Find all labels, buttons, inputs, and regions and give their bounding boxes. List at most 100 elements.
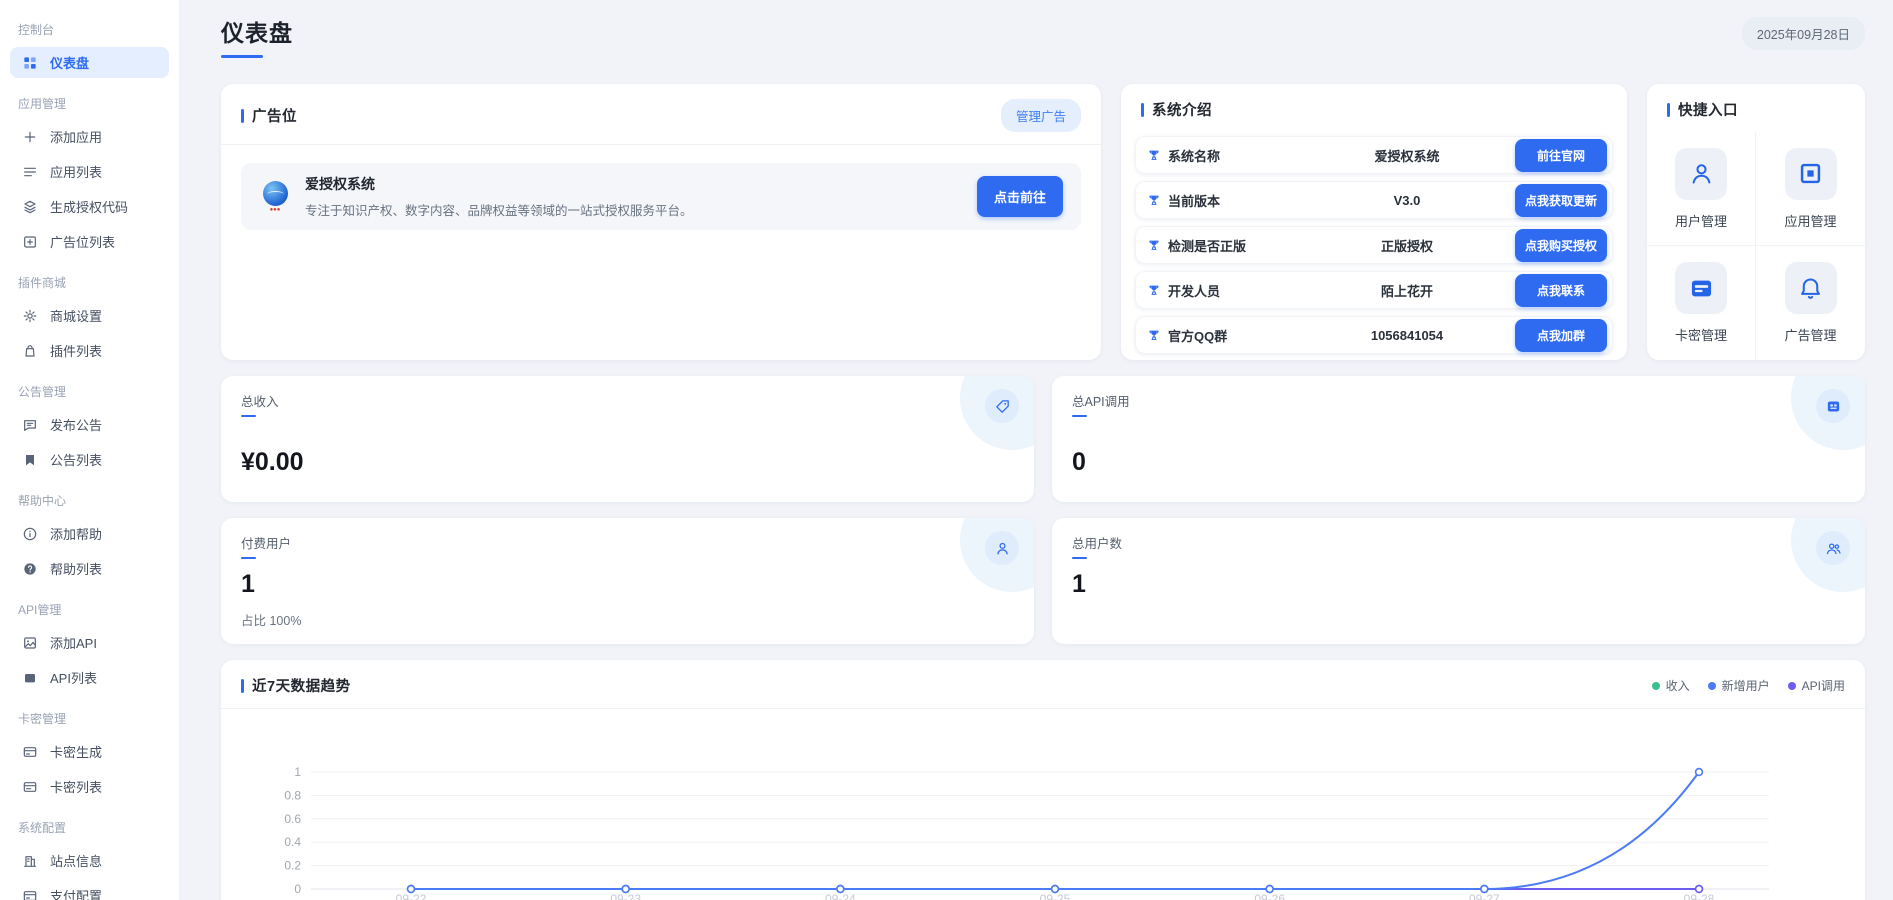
data-point — [1266, 886, 1273, 893]
system-row-button[interactable]: 点我购买授权 — [1515, 229, 1607, 262]
sidebar-item-label: 添加应用 — [50, 127, 102, 146]
stat-card: 总收入¥0.00 — [221, 376, 1034, 502]
system-row-value: 陌上花开 — [1299, 281, 1515, 300]
stat-label-underline — [241, 557, 256, 559]
sidebar-item[interactable]: 仪表盘 — [10, 47, 169, 78]
sidebar-item[interactable]: 帮助列表 — [10, 553, 169, 584]
stat-value: ¥0.00 — [241, 448, 304, 477]
legend-item[interactable]: 收入 — [1652, 677, 1690, 694]
trend-chart: 00.20.40.60.8109-2209-2309-2409-2509-260… — [221, 709, 1865, 900]
sidebar-item-label: 广告位列表 — [50, 232, 115, 251]
system-card-header: 系统介绍 — [1121, 84, 1627, 132]
sidebar-item-label: 插件列表 — [50, 341, 102, 360]
sidebar-item-label: 站点信息 — [50, 851, 102, 870]
stat-card: 付费用户1占比 100% — [221, 518, 1034, 644]
quick-entry-label: 应用管理 — [1784, 211, 1836, 230]
chart-card-title: 近7天数据趋势 — [252, 675, 351, 696]
sidebar-item[interactable]: 插件列表 — [10, 335, 169, 366]
person-icon — [994, 540, 1011, 557]
legend-dot-icon — [1652, 682, 1660, 690]
sidebar-item-label: 公告列表 — [50, 450, 102, 469]
credit-card-icon — [1688, 275, 1715, 302]
bag-icon — [22, 343, 38, 359]
x-axis-tick-label: 09-24 — [825, 892, 856, 900]
system-intro-card: 系统介绍 系统名称爱授权系统前往官网当前版本V3.0点我获取更新检测是否正版正版… — [1121, 84, 1627, 360]
legend-label: API调用 — [1802, 677, 1845, 694]
ad-slot-icon — [22, 234, 38, 250]
system-row-button[interactable]: 前往官网 — [1515, 139, 1607, 172]
sidebar-item[interactable]: API列表 — [10, 662, 169, 693]
sidebar-section-label: 插件商城 — [0, 261, 179, 296]
quick-entry-label: 广告管理 — [1784, 325, 1836, 344]
quick-entry-card: 快捷入口 用户管理应用管理卡密管理广告管理 — [1647, 84, 1865, 360]
system-info-row: 官方QQ群1056841054点我加群 — [1135, 316, 1613, 354]
sidebar-item[interactable]: 商城设置 — [10, 300, 169, 331]
sidebar-item[interactable]: 站点信息 — [10, 845, 169, 876]
quick-entry-item[interactable]: 卡密管理 — [1647, 246, 1756, 360]
stat-label: 总API调用 — [1072, 391, 1845, 410]
x-axis-tick-label: 09-28 — [1684, 892, 1715, 900]
ad-go-button[interactable]: 点击前往 — [977, 176, 1063, 217]
sidebar-item[interactable]: 公告列表 — [10, 444, 169, 475]
quick-entry-item[interactable]: 用户管理 — [1647, 132, 1756, 246]
quick-entry-item[interactable]: 广告管理 — [1756, 246, 1865, 360]
stat-label-underline — [1072, 557, 1087, 559]
stat-label-underline — [1072, 415, 1087, 417]
stats-row-2: 付费用户1占比 100%总用户数1 — [221, 518, 1865, 644]
sidebar-item[interactable]: 应用列表 — [10, 156, 169, 187]
legend-dot-icon — [1708, 682, 1716, 690]
info-icon — [22, 526, 38, 542]
ad-item[interactable]: ●●● 爱授权系统 专注于知识产权、数字内容、品牌权益等领域的一站式授权服务平台… — [241, 163, 1081, 230]
sidebar-item[interactable]: 卡密生成 — [10, 736, 169, 767]
ad-logo: ●●● — [259, 181, 291, 213]
sidebar-item[interactable]: 发布公告 — [10, 409, 169, 440]
page-title-block: 仪表盘 — [221, 14, 293, 58]
main-content: 仪表盘 2025年09月28日 广告位 管理广告 ●●● 爱授权系统 专注于知识… — [180, 0, 1893, 900]
sidebar-section-label: 卡密管理 — [0, 697, 179, 732]
header-accent-bar — [1141, 103, 1144, 117]
quick-entry-label: 卡密管理 — [1675, 325, 1727, 344]
sidebar-item[interactable]: 添加API — [10, 627, 169, 658]
trophy-icon — [1147, 148, 1161, 162]
sidebar-item[interactable]: 支付配置 — [10, 880, 169, 900]
legend-label: 收入 — [1666, 677, 1690, 694]
plus-icon — [22, 129, 38, 145]
sidebar-item-label: 仪表盘 — [50, 53, 89, 72]
data-point — [1696, 886, 1703, 893]
system-row-labelwrap: 系统名称 — [1147, 146, 1299, 165]
trend-chart-card: 近7天数据趋势 收入新增用户API调用 00.20.40.60.8109-220… — [221, 660, 1865, 900]
x-axis-tick-label: 09-23 — [610, 892, 641, 900]
data-point — [1052, 886, 1059, 893]
sidebar-item-label: 商城设置 — [50, 306, 102, 325]
chart-card-header: 近7天数据趋势 收入 新增用户 API调用 — [221, 660, 1865, 708]
sidebar-item[interactable]: 添加帮助 — [10, 518, 169, 549]
sidebar-item[interactable]: 生成授权代码 — [10, 191, 169, 222]
system-row-label: 当前版本 — [1168, 191, 1220, 210]
system-row-button[interactable]: 点我获取更新 — [1515, 184, 1607, 217]
ad-item-name: 爱授权系统 — [305, 174, 693, 194]
stat-icon-badge — [1816, 389, 1850, 423]
system-row-labelwrap: 检测是否正版 — [1147, 236, 1299, 255]
sidebar-item[interactable]: 添加应用 — [10, 121, 169, 152]
data-point — [837, 886, 844, 893]
sidebar-item[interactable]: 广告位列表 — [10, 226, 169, 257]
sidebar-item-label: 卡密列表 — [50, 777, 102, 796]
system-row-button[interactable]: 点我加群 — [1515, 319, 1607, 352]
x-axis-tick-label: 09-27 — [1469, 892, 1500, 900]
title-underline — [221, 55, 263, 58]
legend-item[interactable]: API调用 — [1788, 677, 1845, 694]
api-add-icon — [22, 635, 38, 651]
sidebar-item[interactable]: 卡密列表 — [10, 771, 169, 802]
data-point — [1481, 886, 1488, 893]
quick-entry-item[interactable]: 应用管理 — [1756, 132, 1865, 246]
system-card-title: 系统介绍 — [1152, 99, 1212, 120]
trophy-icon — [1147, 283, 1161, 297]
sidebar-item-label: 帮助列表 — [50, 559, 102, 578]
ad-item-text: 爱授权系统 专注于知识产权、数字内容、品牌权益等领域的一站式授权服务平台。 — [305, 174, 693, 219]
manage-ads-button[interactable]: 管理广告 — [1001, 99, 1081, 132]
legend-item[interactable]: 新增用户 — [1708, 677, 1770, 694]
stat-icon-badge — [985, 531, 1019, 565]
system-row-button[interactable]: 点我联系 — [1515, 274, 1607, 307]
quick-entry-label: 用户管理 — [1675, 211, 1727, 230]
system-info-row: 开发人员陌上花开点我联系 — [1135, 271, 1613, 309]
